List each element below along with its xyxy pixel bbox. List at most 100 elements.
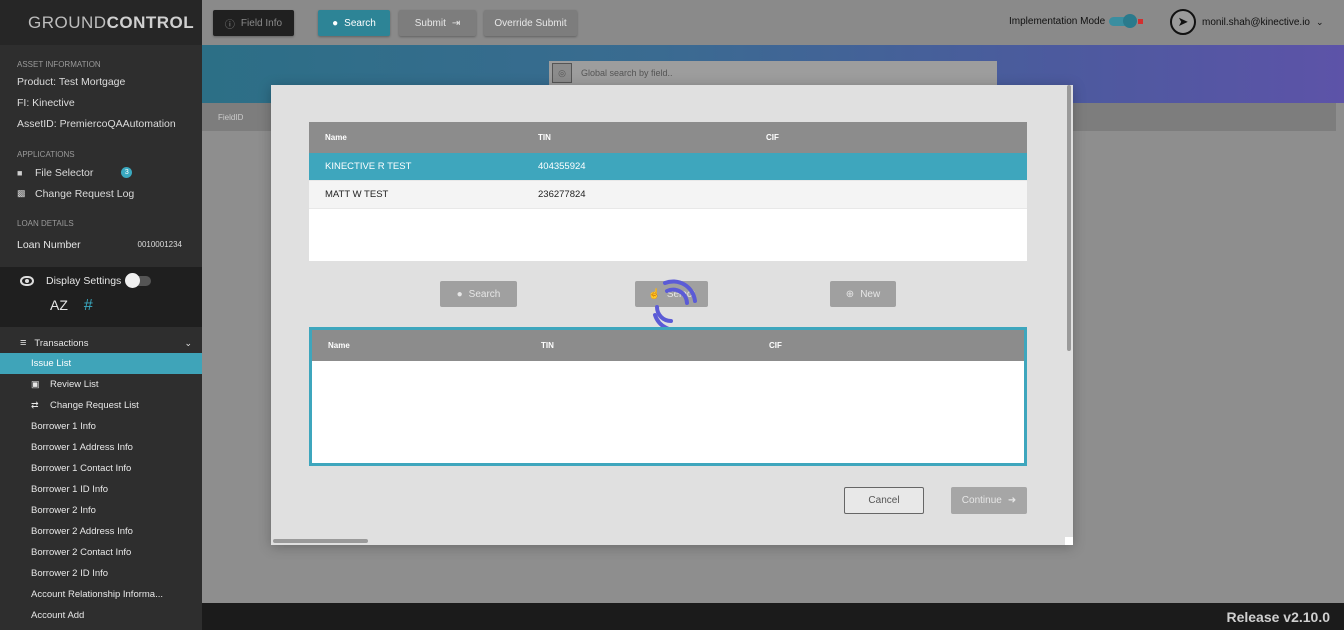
borrower-search-modal: Name TIN CIF KINECTIVE R TEST 404355924 … (271, 85, 1073, 545)
fi-info: FI: Kinective (17, 97, 75, 109)
search-label: Search (344, 17, 376, 29)
nav-item-label: Borrower 1 ID Info (31, 484, 109, 495)
nav-item-label: Account Relationship Informa... (31, 589, 164, 600)
modal-search-button[interactable]: ● Search (440, 281, 517, 307)
user-email: monil.shah@kinective.io (1202, 16, 1310, 28)
nav-item[interactable]: Borrower 1 Address Info (0, 437, 202, 458)
nav-item[interactable]: Account Relationship Informa... (0, 584, 202, 605)
list-icon: ≡ (20, 337, 27, 349)
display-settings-toggle[interactable] (125, 273, 152, 288)
loan-number-row: Loan Number 0010001234 (0, 231, 202, 259)
selected-borrowers-table: Name TIN CIF (309, 327, 1027, 466)
change-request-icon: ⇄ (31, 400, 39, 410)
brand-header: GROUNDCONTROL ≡ (0, 0, 202, 45)
modal-search-label: Search (468, 288, 501, 300)
nav-item-label: Issue List (31, 358, 72, 369)
submit-button[interactable]: Submit ⇥ (399, 10, 476, 36)
nav-item-label: Borrower 2 ID Info (31, 568, 109, 579)
nav-item[interactable]: Issue List (0, 353, 202, 374)
loan-details-title: LOAN DETAILS (17, 219, 74, 228)
brand-name: GROUNDCONTROL (28, 12, 195, 32)
nav-item-label: Borrower 1 Address Info (31, 442, 133, 453)
file-count-badge: 3 (121, 167, 133, 178)
nav-item-label: Review List (50, 379, 99, 390)
eye-icon (20, 276, 34, 286)
nav-item[interactable]: Account Add (0, 605, 202, 626)
table-row[interactable]: KINECTIVE R TEST 404355924 (309, 153, 1027, 181)
column-tin: TIN (541, 341, 554, 350)
implementation-mode: Implementation Mode (1009, 14, 1144, 28)
search-results-table: Name TIN CIF KINECTIVE R TEST 404355924 … (309, 122, 1027, 261)
implementation-mode-toggle[interactable] (1109, 14, 1138, 28)
asset-info-title: ASSET INFORMATION (17, 60, 101, 69)
transactions-header[interactable]: ≡ Transactions ⌄ (0, 333, 202, 353)
display-settings-panel: Display Settings AZ # (0, 267, 202, 327)
nav-item-label: Borrower 1 Contact Info (31, 463, 132, 474)
new-button[interactable]: ⊕ New (830, 281, 896, 307)
continue-button[interactable]: Continue ➜ (951, 487, 1027, 514)
chevron-down-icon: ⌄ (1315, 16, 1324, 27)
clipboard-icon: ▩ (17, 188, 26, 198)
column-name: Name (328, 341, 350, 350)
implementation-mode-label: Implementation Mode (1009, 16, 1106, 27)
submit-arrow-icon: ⇥ (451, 17, 461, 29)
file-selector-link[interactable]: ■ File Selector 3 (0, 162, 202, 183)
user-menu[interactable]: ➤ monil.shah@kinective.io ⌄ (1170, 9, 1324, 35)
nav-item[interactable]: Borrower 2 Address Info (0, 521, 202, 542)
horizontal-scrollbar[interactable] (273, 539, 368, 543)
new-label: New (860, 288, 881, 300)
globe-icon: ◎ (552, 63, 572, 83)
row-name: KINECTIVE R TEST (325, 161, 412, 172)
column-tin: TIN (538, 133, 551, 142)
search-button[interactable]: ● Search (318, 10, 390, 36)
loan-number-value: 0010001234 (137, 240, 183, 249)
nav-item[interactable]: Borrower 2 Contact Info (0, 542, 202, 563)
global-search-input[interactable]: ◎ Global search by field.. (549, 61, 997, 85)
nav-item[interactable]: Borrower 1 ID Info (0, 479, 202, 500)
sidebar: GROUNDCONTROL ≡ ASSET INFORMATION Produc… (0, 0, 202, 630)
table-header: Name TIN CIF (309, 122, 1027, 153)
folder-icon: ■ (17, 167, 23, 178)
override-submit-button[interactable]: Override Submit (484, 10, 577, 36)
sort-az-icon[interactable]: AZ (50, 297, 68, 315)
nav-item[interactable]: ▣ Review List (0, 374, 202, 395)
nav-item-label: Change Request List (50, 400, 139, 411)
row-name: MATT W TEST (325, 189, 389, 200)
column-cif: CIF (769, 341, 782, 350)
loan-number-label: Loan Number (17, 239, 81, 251)
person-icon: ● (332, 17, 339, 29)
nav-item-label: Borrower 2 Contact Info (31, 547, 132, 558)
chevron-down-icon: ⌄ (184, 337, 192, 348)
change-request-log-link[interactable]: ▩ Change Request Log (0, 183, 202, 204)
nav-item[interactable]: Borrower 2 Info (0, 500, 202, 521)
row-tin: 236277824 (538, 189, 586, 200)
cancel-button[interactable]: Cancel (844, 487, 924, 514)
submit-label: Submit (414, 17, 446, 29)
nav-item[interactable]: Borrower 2 ID Info (0, 563, 202, 584)
review-icon: ▣ (31, 379, 40, 389)
nav-item[interactable]: Borrower 1 Info (0, 416, 202, 437)
arrow-right-icon: ➜ (1007, 495, 1017, 506)
global-search-placeholder: Global search by field.. (581, 68, 673, 78)
hash-icon[interactable]: # (84, 297, 93, 315)
table-row[interactable]: MATT W TEST 236277824 (309, 181, 1027, 209)
rocket-avatar-icon: ➤ (1170, 9, 1196, 35)
display-settings-label: Display Settings (46, 275, 122, 287)
asset-id-info: AssetID: PremiercoQAAutomation (17, 118, 176, 130)
nav-item-label: Borrower 2 Address Info (31, 526, 133, 537)
top-toolbar: ⓘ Field Info ● Search Submit ⇥ Override … (202, 0, 1344, 45)
info-icon: ⓘ (224, 19, 235, 31)
product-info: Product: Test Mortgage (17, 76, 126, 88)
table-header: Name TIN CIF (312, 330, 1024, 361)
vertical-scrollbar[interactable] (1067, 85, 1071, 351)
transactions-label: Transactions (34, 337, 89, 349)
applications-title: APPLICATIONS (17, 150, 75, 159)
change-request-log-label: Change Request Log (35, 187, 135, 200)
nav-item[interactable]: Borrower 1 Contact Info (0, 458, 202, 479)
release-version: Release v2.10.0 (1226, 609, 1330, 625)
nav-item-label: Account Add (31, 610, 85, 621)
nav-item[interactable]: ⇄ Change Request List (0, 395, 202, 416)
field-info-label: Field Info (240, 17, 283, 29)
field-info-button[interactable]: ⓘ Field Info (213, 10, 294, 36)
scroll-corner (1065, 537, 1073, 545)
